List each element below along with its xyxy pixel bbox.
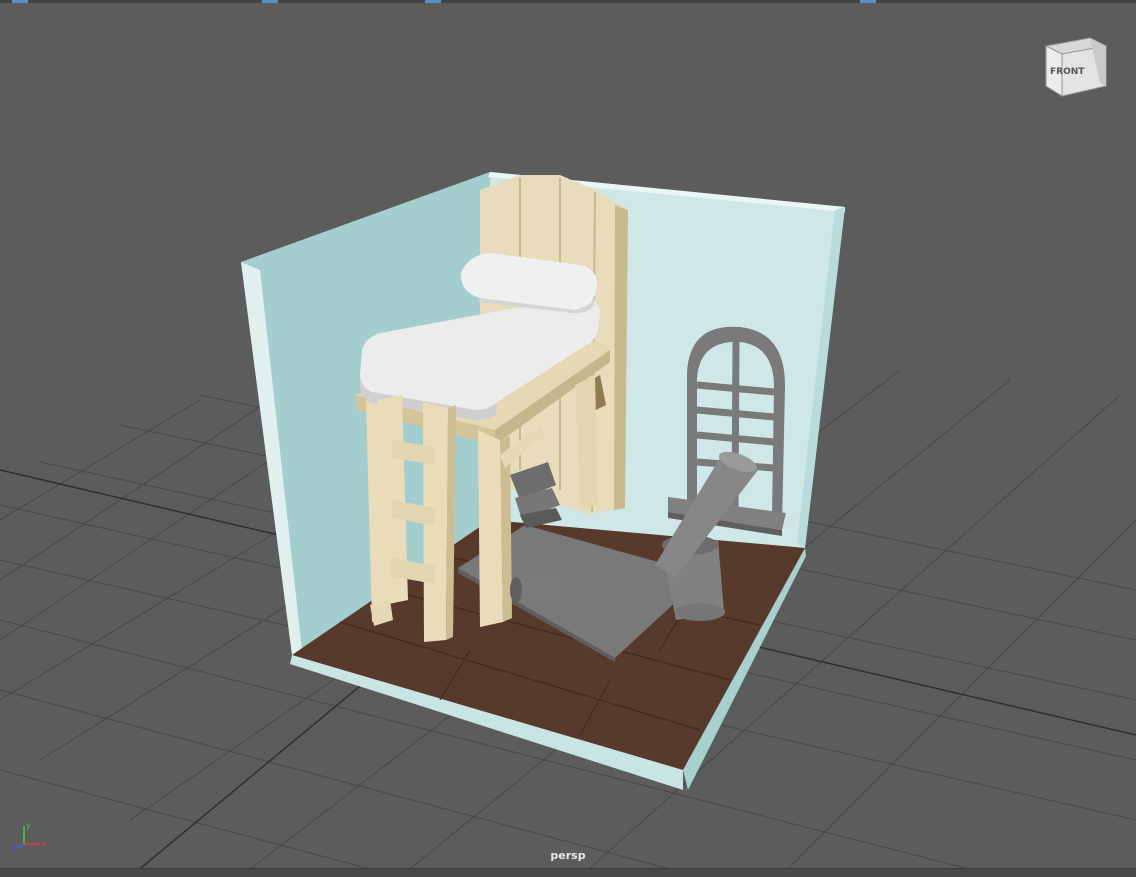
- axis-y-label: y: [26, 821, 31, 830]
- camera-name-label: persp: [550, 849, 586, 862]
- axis-x-label: x: [41, 840, 46, 849]
- viewport-bottom-bar: [0, 868, 1136, 877]
- persp-viewport[interactable]: FRONT y x z persp: [0, 0, 1136, 877]
- scene-canvas[interactable]: [0, 0, 1136, 877]
- viewcube-face-label[interactable]: FRONT: [1050, 67, 1085, 77]
- axis-gizmo: y x z: [13, 821, 46, 852]
- viewcube[interactable]: FRONT: [1040, 28, 1112, 100]
